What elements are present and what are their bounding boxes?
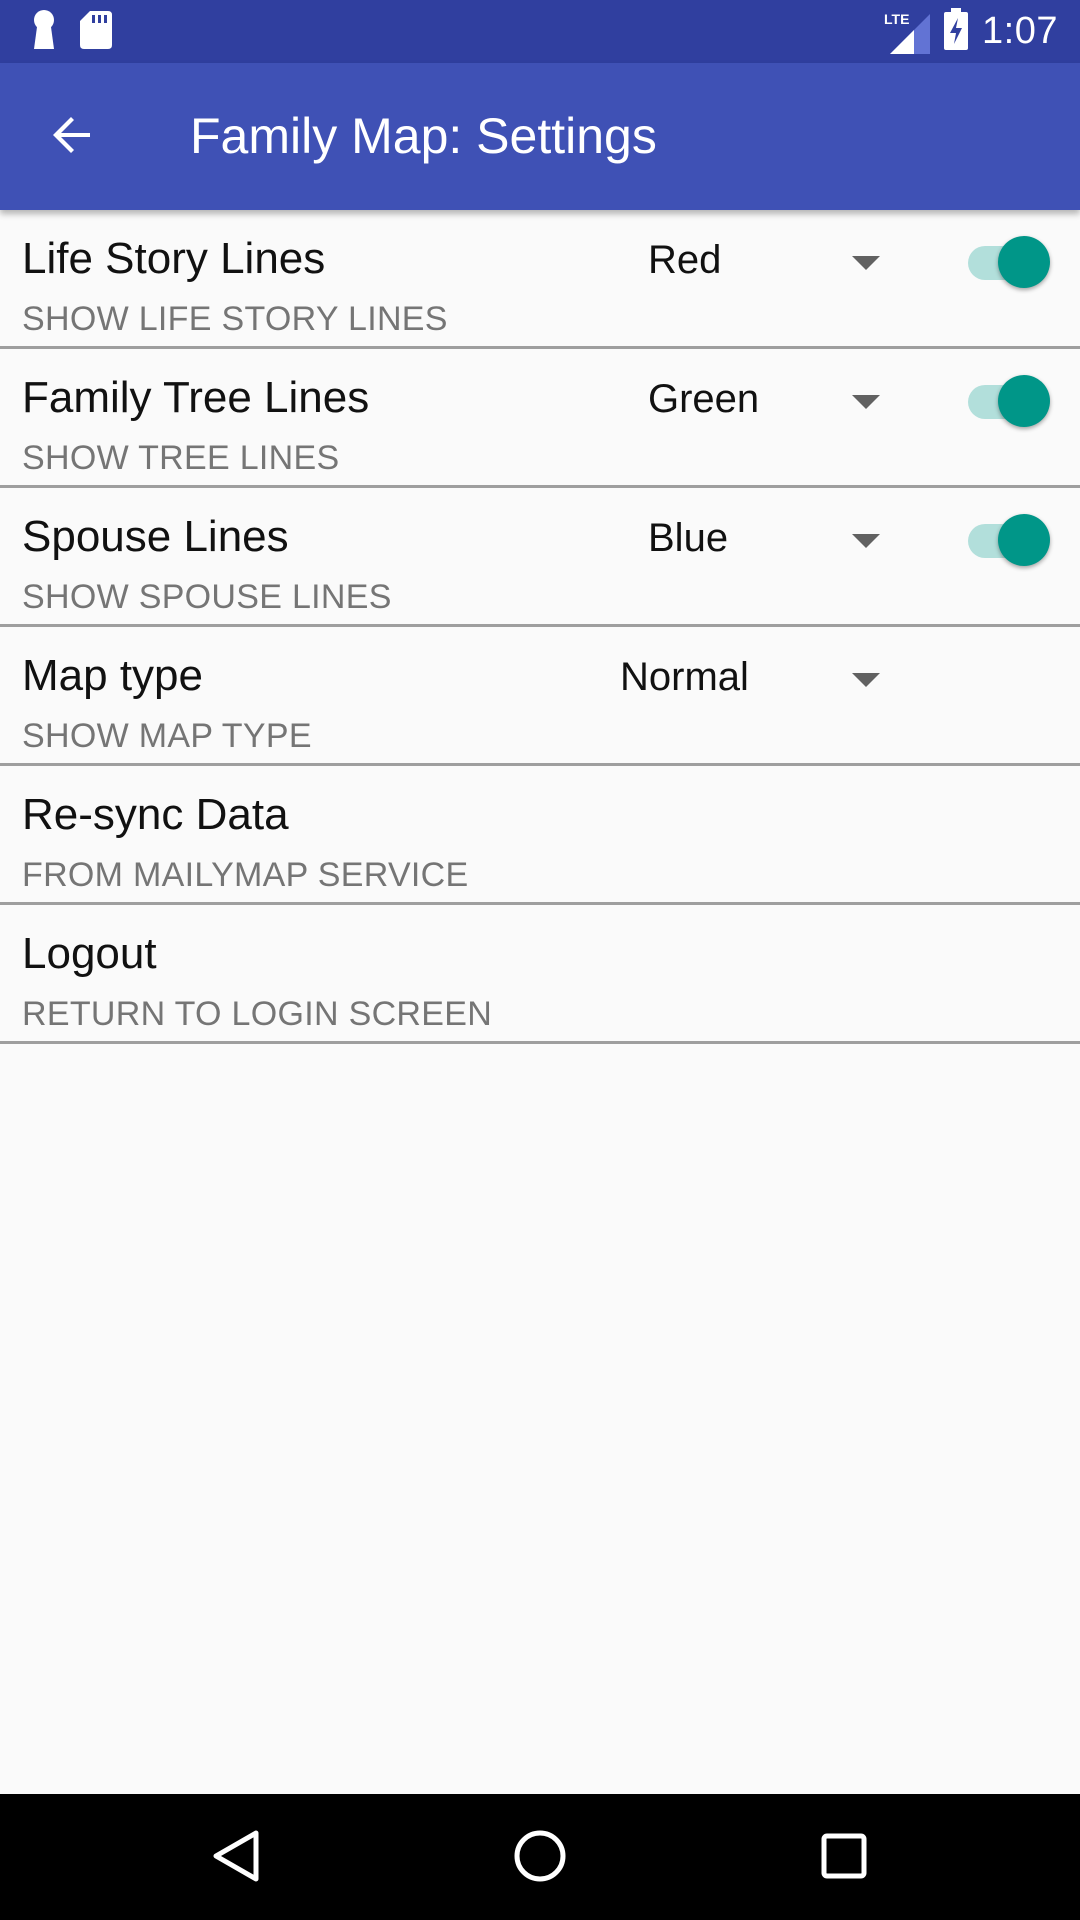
map-type-dropdown[interactable]: Normal <box>620 647 880 713</box>
logout-item[interactable]: Logout RETURN TO LOGIN SCREEN <box>0 905 1080 1044</box>
family-tree-color-dropdown[interactable]: Green <box>620 369 880 435</box>
setting-map-type: Map type SHOW MAP TYPE Normal <box>0 627 1080 766</box>
back-triangle-icon <box>210 1828 262 1889</box>
dropdown-selected-value: Normal <box>620 655 749 699</box>
status-right-icons: LTE 1:07 <box>884 0 1058 63</box>
setting-subtitle: SHOW LIFE STORY LINES <box>22 300 448 338</box>
status-time: 1:07 <box>982 10 1058 52</box>
life-story-color-dropdown[interactable]: Red <box>620 230 880 296</box>
setting-title: Family Tree Lines <box>22 373 370 422</box>
battery-charging-icon <box>944 8 969 55</box>
setting-spouse-lines: Spouse Lines SHOW SPOUSE LINES Blue <box>0 488 1080 627</box>
setting-subtitle: SHOW MAP TYPE <box>22 717 312 755</box>
sd-card-icon <box>80 10 112 54</box>
setting-title: Spouse Lines <box>22 512 289 561</box>
status-left-icons <box>30 9 112 56</box>
keyhole-icon <box>30 9 58 56</box>
home-circle-icon <box>512 1828 568 1889</box>
nav-recents-button[interactable] <box>804 1818 884 1898</box>
setting-title: Map type <box>22 651 203 700</box>
nav-home-button[interactable] <box>500 1818 580 1898</box>
family-tree-lines-switch[interactable] <box>964 373 1050 429</box>
settings-list: Life Story Lines SHOW LIFE STORY LINES R… <box>0 210 1080 1044</box>
setting-subtitle: RETURN TO LOGIN SCREEN <box>22 995 493 1033</box>
setting-title: Logout <box>22 929 157 978</box>
setting-title: Life Story Lines <box>22 234 326 283</box>
resync-data-item[interactable]: Re-sync Data FROM MAILYMAP SERVICE <box>0 766 1080 905</box>
network-type-label: LTE <box>884 10 910 27</box>
dropdown-selected-value: Blue <box>648 516 729 560</box>
dropdown-selected-value: Green <box>648 377 760 421</box>
status-bar: LTE 1:07 <box>0 0 1080 63</box>
nav-back-button[interactable] <box>196 1818 276 1898</box>
setting-family-tree-lines: Family Tree Lines SHOW TREE LINES Green <box>0 349 1080 488</box>
setting-title: Re-sync Data <box>22 790 289 839</box>
dropdown-arrow-icon <box>852 395 880 409</box>
page-title: Family Map: Settings <box>190 108 657 164</box>
dropdown-selected-value: Red <box>648 238 722 282</box>
setting-life-story-lines: Life Story Lines SHOW LIFE STORY LINES R… <box>0 210 1080 349</box>
dropdown-arrow-icon <box>852 673 880 687</box>
setting-subtitle: FROM MAILYMAP SERVICE <box>22 856 469 894</box>
spouse-color-dropdown[interactable]: Blue <box>620 508 880 574</box>
spouse-lines-switch[interactable] <box>964 512 1050 568</box>
navigation-bar <box>0 1794 1080 1920</box>
recents-square-icon <box>820 1832 868 1885</box>
dropdown-arrow-icon <box>852 534 880 548</box>
arrow-back-icon <box>48 111 96 164</box>
life-story-lines-switch[interactable] <box>964 234 1050 290</box>
switch-thumb <box>998 375 1050 427</box>
switch-thumb <box>998 236 1050 288</box>
back-button[interactable] <box>34 99 110 175</box>
dropdown-arrow-icon <box>852 256 880 270</box>
setting-subtitle: SHOW SPOUSE LINES <box>22 578 392 616</box>
setting-subtitle: SHOW TREE LINES <box>22 439 340 477</box>
app-bar: Family Map: Settings <box>0 63 1080 210</box>
lte-signal-icon: LTE <box>884 10 931 54</box>
switch-thumb <box>998 514 1050 566</box>
